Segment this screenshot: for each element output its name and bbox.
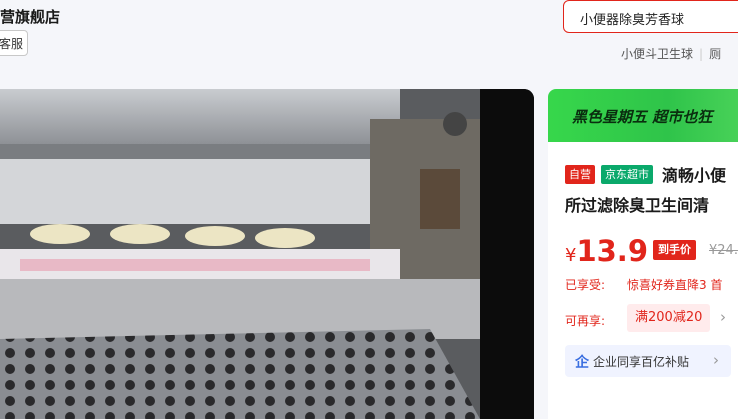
enjoyed-promo[interactable]: 惊喜好券直降3 首 <box>627 276 722 293</box>
hot-word-link[interactable]: 小便斗卫生球 <box>621 47 693 61</box>
enterprise-subsidy[interactable]: 企 企业同享百亿补贴 › <box>565 345 731 377</box>
product-title: 滴畅小便 <box>662 166 727 185</box>
hot-words: 小便斗卫生球 | 厕 <box>621 45 721 62</box>
search-box[interactable]: 小便器除臭芳香球 <box>563 0 738 33</box>
chevron-right-icon: › <box>713 351 719 369</box>
chevron-right-icon[interactable]: › <box>720 308 726 326</box>
promo-banner-text: 黑色星期五 超市也狂 <box>572 108 713 126</box>
self-operated-badge: 自营 <box>565 165 595 184</box>
product-video-frame <box>0 89 534 419</box>
jd-supermarket-badge: 京东超市 <box>601 165 653 184</box>
divider: | <box>699 47 704 61</box>
price: ¥13.9 <box>565 234 648 268</box>
coupon-button[interactable]: 满200减20 <box>627 304 711 332</box>
search-input[interactable]: 小便器除臭芳香球 <box>580 9 684 28</box>
product-video[interactable] <box>0 89 534 419</box>
final-price-tag: 到手价 <box>653 240 696 260</box>
currency-symbol: ¥ <box>565 245 577 266</box>
product-title-line2: 所过滤除臭卫生间清 <box>565 196 710 215</box>
more-offers-label: 可再享: <box>565 314 606 328</box>
product-info-panel: 黑色星期五 超市也狂 自营 京东超市 滴畅小便 所过滤除臭卫生间清 ¥13.9 … <box>548 89 738 419</box>
enterprise-icon: 企 <box>575 355 589 371</box>
customer-service-button[interactable]: 客服 <box>0 30 28 56</box>
hot-word-link[interactable]: 厕 <box>709 47 721 61</box>
promo-banner[interactable]: 黑色星期五 超市也狂 <box>548 89 738 142</box>
enjoyed-label: 已享受: <box>565 278 606 292</box>
original-price: ¥24. <box>709 243 738 258</box>
price-value: 13.9 <box>576 234 649 268</box>
store-name: 营旗舰店 <box>0 8 61 26</box>
enterprise-subsidy-text: 企业同享百亿补贴 <box>593 355 690 369</box>
